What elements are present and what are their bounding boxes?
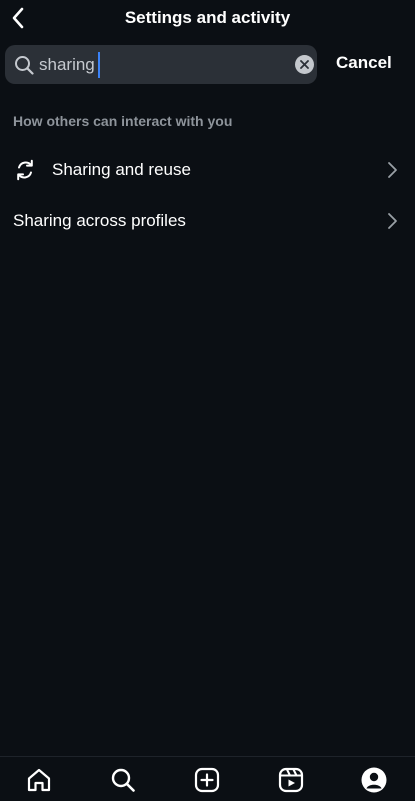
reels-icon [278, 767, 304, 793]
search-input[interactable]: sharing [39, 45, 100, 84]
search-input-value: sharing [39, 55, 95, 74]
bottom-tab-bar [0, 756, 415, 801]
tab-search[interactable] [108, 765, 138, 795]
tab-profile[interactable] [359, 765, 389, 795]
result-sharing-and-reuse[interactable]: Sharing and reuse [0, 148, 415, 192]
result-label: Sharing and reuse [52, 160, 191, 179]
tab-reels[interactable] [276, 765, 306, 795]
search-icon [15, 56, 34, 75]
chevron-right-icon [388, 213, 397, 229]
create-post-icon [194, 767, 220, 793]
result-label: Sharing across profiles [13, 211, 186, 230]
chevron-right-icon [388, 162, 397, 178]
cancel-button[interactable]: Cancel [336, 53, 392, 73]
search-field[interactable]: sharing [5, 45, 317, 84]
tab-create[interactable] [192, 765, 222, 795]
header-bar: Settings and activity [0, 0, 415, 36]
home-icon [27, 768, 51, 792]
result-sharing-across-profiles[interactable]: Sharing across profiles [0, 199, 415, 243]
text-caret [97, 51, 100, 78]
clear-icon [300, 60, 309, 69]
search-icon [111, 768, 135, 792]
profile-icon [361, 767, 387, 793]
clear-search-button[interactable] [295, 55, 314, 74]
page-title: Settings and activity [124, 8, 291, 27]
sharing-reuse-icon [17, 159, 33, 181]
tab-home[interactable] [24, 765, 54, 795]
search-row: sharing Cancel [0, 45, 415, 85]
section-header: How others can interact with you [13, 113, 233, 129]
